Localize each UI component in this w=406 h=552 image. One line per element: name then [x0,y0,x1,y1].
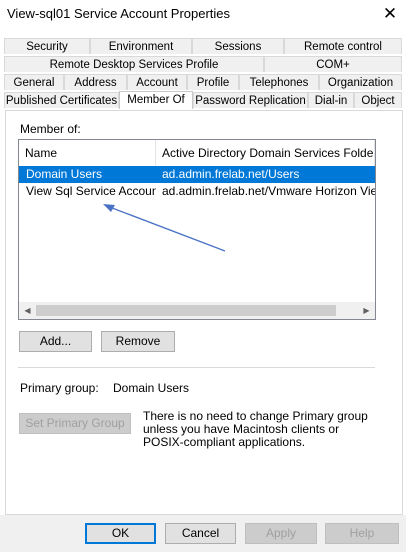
add-button[interactable]: Add... [19,331,92,352]
tab-organization[interactable]: Organization [319,74,402,90]
primary-group-note: There is no need to change Primary group… [143,409,368,449]
tab-object[interactable]: Object [354,92,402,108]
window-title: View-sql01 Service Account Properties [7,6,231,21]
scroll-right-icon[interactable]: ▶ [358,302,375,319]
tab-published-certificates[interactable]: Published Certificates [4,92,119,108]
scroll-thumb[interactable] [36,305,336,316]
tab-row-1: Security Environment Sessions Remote con… [0,38,406,55]
list-header: Name Active Directory Domain Services Fo… [19,140,375,166]
tab-general[interactable]: General [4,74,64,90]
tab-com-plus[interactable]: COM+ [264,56,402,72]
set-primary-group-button[interactable]: Set Primary Group [19,413,131,434]
tab-security[interactable]: Security [4,38,90,54]
primary-group-label: Primary group: [20,381,99,395]
tab-profile[interactable]: Profile [187,74,239,90]
tab-remote-control[interactable]: Remote control [284,38,402,54]
list-row[interactable]: Domain Users ad.admin.frelab.net/Users [19,166,375,183]
primary-group-value: Domain Users [113,381,190,395]
row-folder: ad.admin.frelab.net/Users [162,167,300,181]
tab-row-2: Remote Desktop Services Profile COM+ [0,56,406,73]
separator [18,367,375,368]
column-header-name[interactable]: Name [19,140,156,166]
arrow-annotation-icon [103,204,226,252]
member-of-label: Member of: [20,122,81,136]
tab-telephones[interactable]: Telephones [239,74,319,90]
tab-row-3: General Address Account Profile Telephon… [0,74,406,91]
tab-sessions[interactable]: Sessions [192,38,284,54]
tab-password-replication[interactable]: Password Replication [193,92,308,108]
column-header-folder[interactable]: Active Directory Domain Services Folder [156,140,375,166]
scroll-left-icon[interactable]: ◀ [19,302,36,319]
horizontal-scrollbar[interactable]: ◀ ▶ [19,302,375,319]
help-button[interactable]: Help [325,523,399,544]
tab-remote-desktop-services-profile[interactable]: Remote Desktop Services Profile [4,56,264,72]
ok-button[interactable]: OK [85,523,156,544]
dialog-footer: OK Cancel Apply Help [0,515,406,552]
tab-row-4: Published Certificates Member Of Passwor… [0,91,406,109]
title-bar: View-sql01 Service Account Properties ✕ [0,0,406,30]
cancel-button[interactable]: Cancel [165,523,236,544]
tab-address[interactable]: Address [64,74,127,90]
remove-button[interactable]: Remove [101,331,175,352]
tab-environment[interactable]: Environment [90,38,192,54]
tab-account[interactable]: Account [127,74,187,90]
row-name: Domain Users [26,167,103,181]
tab-member-of[interactable]: Member Of [119,91,193,109]
tab-dial-in[interactable]: Dial-in [308,92,354,108]
apply-button[interactable]: Apply [245,523,317,544]
close-icon[interactable]: ✕ [378,3,402,25]
